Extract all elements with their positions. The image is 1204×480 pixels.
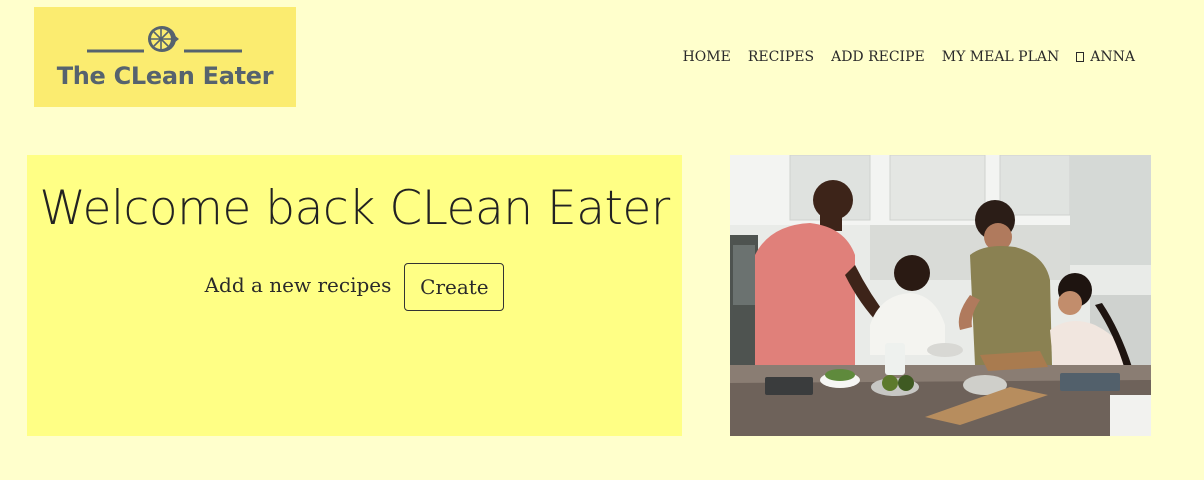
add-recipe-prompt: Add a new recipes [204,273,392,297]
nav-user-menu[interactable]: ANNA [1076,49,1135,65]
nav-add-recipe[interactable]: ADD RECIPE [831,49,925,65]
family-kitchen-photo [730,155,1151,436]
welcome-title: Welcome back CLean Eater [39,181,670,236]
user-name: ANNA [1090,49,1135,65]
main-nav: HOME RECIPES ADD RECIPE MY MEAL PLAN ANN… [683,49,1135,65]
user-icon [1076,52,1085,62]
create-button[interactable]: Create [404,263,505,311]
nav-my-meal-plan[interactable]: MY MEAL PLAN [942,49,1060,65]
nav-recipes[interactable]: RECIPES [748,49,814,65]
create-recipe-row: Add a new recipes Create [27,263,682,311]
site-name: The CLean Eater [56,62,274,90]
site-logo[interactable]: The CLean Eater [34,7,296,107]
welcome-card: Welcome back CLean Eater Add a new recip… [27,155,682,436]
lemon-icon [87,26,242,53]
nav-home[interactable]: HOME [683,49,731,65]
